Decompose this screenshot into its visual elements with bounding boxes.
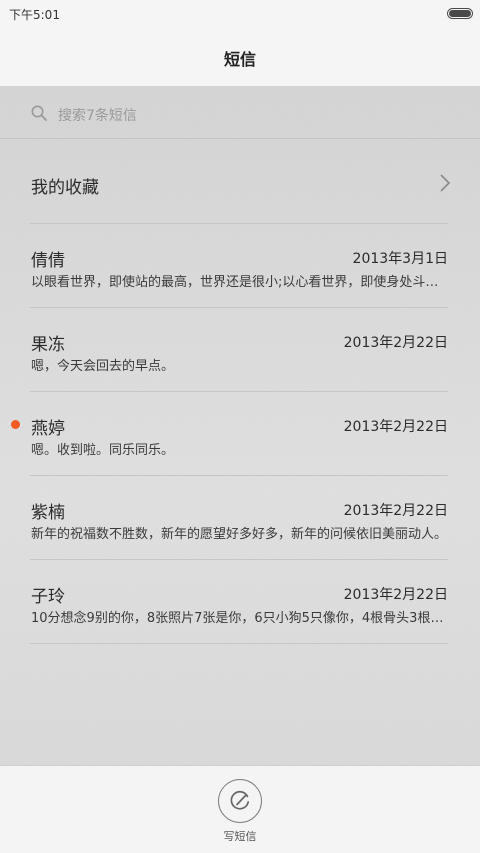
search-bar[interactable]: 搜索7条短信 [0,86,480,139]
compose-icon [230,790,250,810]
message-preview: 嗯，今天会回去的早点。 [31,359,175,374]
bottom-bar: 写短信 [0,765,480,853]
contact-name: 紫楠 [31,503,65,523]
message-date: 2013年2月22日 [343,335,448,351]
compose-label: 写短信 [223,830,257,843]
compose-button[interactable] [218,779,262,823]
unread-indicator [11,420,20,429]
title-bar: 短信 [0,28,480,86]
status-bar: 下午5:01 [0,0,480,28]
contact-name: 果冻 [31,335,65,355]
favorites-row[interactable]: 我的收藏 [0,139,480,223]
message-list-area: 搜索7条短信 我的收藏 倩倩 2013年3月1日 以眼看世界，即使站的最高，世界… [0,86,480,765]
favorites-label: 我的收藏 [31,178,99,198]
conversation-item[interactable]: 紫楠 2013年2月22日 新年的祝福数不胜数，新年的愿望好多好多，新年的问候依… [0,475,480,559]
contact-name: 倩倩 [31,251,65,271]
message-preview: 10分想念9别的你，8张照片7张是你，6只小狗5只像你，4根骨头3根给你。 [31,611,449,626]
conversation-item[interactable]: 倩倩 2013年3月1日 以眼看世界，即使站的最高，世界还是很小;以心看世界，即… [0,223,480,307]
conversation-item[interactable]: 子玲 2013年2月22日 10分想念9别的你，8张照片7张是你，6只小狗5只像… [0,559,480,643]
search-input[interactable]: 搜索7条短信 [58,105,137,125]
battery-icon [447,8,473,19]
search-icon [31,105,47,121]
contact-name: 燕婷 [31,419,65,439]
page-title: 短信 [223,50,256,69]
message-preview: 嗯。收到啦。同乐同乐。 [31,443,175,458]
message-preview: 新年的祝福数不胜数，新年的愿望好多好多，新年的问候依旧美丽动人。 [31,527,448,542]
battery-level [449,10,471,17]
conversation-item[interactable]: 果冻 2013年2月22日 嗯，今天会回去的早点。 [0,307,480,391]
message-date: 2013年2月22日 [343,503,448,519]
message-date: 2013年3月1日 [352,251,448,267]
message-date: 2013年2月22日 [343,419,448,435]
divider [30,643,448,644]
message-date: 2013年2月22日 [343,587,448,603]
message-preview: 以眼看世界，即使站的最高，世界还是很小;以心看世界，即使身处斗室，世界也是无限的… [31,275,449,290]
status-time: 下午5:01 [9,8,60,22]
chevron-right-icon [440,174,451,192]
conversation-item[interactable]: 燕婷 2013年2月22日 嗯。收到啦。同乐同乐。 [0,391,480,475]
contact-name: 子玲 [31,587,65,607]
